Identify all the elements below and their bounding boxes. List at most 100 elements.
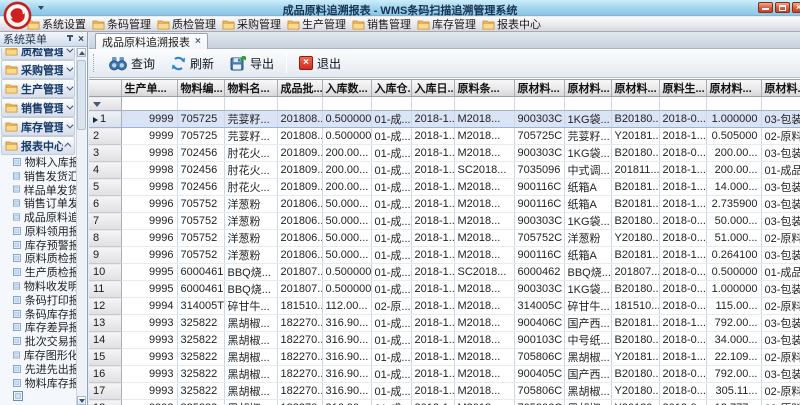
row-header[interactable]: 15	[89, 349, 121, 366]
cell[interactable]: 900116C	[514, 247, 564, 264]
cell[interactable]: 325822	[177, 366, 224, 383]
cell[interactable]: M2018...	[454, 383, 514, 400]
cell[interactable]: 2018-0...	[659, 213, 706, 230]
cell[interactable]: 900406C	[514, 315, 564, 332]
cell[interactable]: 2018-1...	[411, 349, 454, 366]
cell[interactable]: 2018-0...	[659, 281, 706, 298]
column-header[interactable]: 入库日...	[411, 80, 454, 97]
cell[interactable]: 黑胡椒...	[564, 400, 611, 405]
cell[interactable]: B20181...	[611, 315, 659, 332]
cell[interactable]: 9999	[121, 111, 177, 128]
cell[interactable]: 2018-1...	[411, 264, 454, 281]
menu-item[interactable]: 生产管理	[284, 17, 349, 32]
cell[interactable]: 200.00...	[322, 145, 371, 162]
column-header[interactable]: 成品批...	[277, 80, 322, 97]
cell[interactable]: 900116C	[514, 196, 564, 213]
cell[interactable]: SC2018...	[454, 264, 514, 281]
cell[interactable]: 01-成...	[371, 264, 411, 281]
cell[interactable]: B20181...	[611, 196, 659, 213]
export-button[interactable]: 导出	[223, 53, 281, 74]
row-header[interactable]: 2	[89, 128, 121, 145]
cell[interactable]: 702456	[177, 145, 224, 162]
cell[interactable]: 黑胡椒...	[224, 383, 277, 400]
cell[interactable]: 2018-1...	[411, 213, 454, 230]
cell[interactable]: M2018...	[454, 128, 514, 145]
menu-item[interactable]: 条码管理	[89, 17, 154, 32]
cell[interactable]: 305.11...	[706, 383, 761, 400]
cell[interactable]: 314005C	[514, 298, 564, 315]
cell[interactable]: 181510...	[611, 298, 659, 315]
column-header[interactable]: 物料名...	[224, 80, 277, 97]
cell[interactable]: 01-成...	[371, 400, 411, 405]
cell[interactable]: 碎甘牛...	[224, 298, 277, 315]
cell[interactable]: 200.00...	[322, 179, 371, 196]
cell[interactable]: 705752	[177, 230, 224, 247]
query-button[interactable]: 查询	[102, 53, 162, 74]
cell[interactable]: 201806...	[277, 196, 322, 213]
cell[interactable]: 黑胡椒...	[224, 332, 277, 349]
cell[interactable]: 02-原...	[371, 298, 411, 315]
cell[interactable]: 9993	[121, 400, 177, 405]
column-header[interactable]: 原材料...	[514, 80, 564, 97]
column-header[interactable]: 原材料...	[761, 80, 800, 97]
menu-item[interactable]: 质检管理	[154, 17, 219, 32]
cell[interactable]: 9996	[121, 230, 177, 247]
cell[interactable]: 900303C	[514, 213, 564, 230]
close-button[interactable]: ×	[792, 2, 800, 13]
cell[interactable]: 34.000...	[706, 332, 761, 349]
cell[interactable]: 50.000...	[322, 247, 371, 264]
cell[interactable]: M2018...	[454, 281, 514, 298]
filter-cell[interactable]	[611, 97, 659, 111]
cell[interactable]: 201807...	[277, 281, 322, 298]
table-row[interactable]: 4 9998 702456 肘花火... 201809... 200.00...…	[89, 162, 800, 179]
cell[interactable]: 0.264100	[706, 247, 761, 264]
cell[interactable]: SC2018...	[454, 162, 514, 179]
cell[interactable]: 03-包装...	[761, 179, 800, 196]
column-header[interactable]: 入库数...	[322, 80, 371, 97]
cell[interactable]: 黑胡椒...	[224, 349, 277, 366]
cell[interactable]: 316.90...	[322, 383, 371, 400]
row-header[interactable]: 6	[89, 196, 121, 213]
cell[interactable]: 705806C	[514, 400, 564, 405]
cell[interactable]: 201807...	[611, 264, 659, 281]
cell[interactable]: M2018...	[454, 366, 514, 383]
row-header[interactable]: 4	[89, 162, 121, 179]
cell[interactable]: 0.500000	[322, 111, 371, 128]
cell[interactable]: 2018-1...	[411, 145, 454, 162]
cell[interactable]: 702456	[177, 179, 224, 196]
cell[interactable]: 9996	[121, 247, 177, 264]
cell[interactable]: 2018-0...	[659, 264, 706, 281]
cell[interactable]: 1KG袋...	[564, 281, 611, 298]
cell[interactable]: 705806C	[514, 383, 564, 400]
cell[interactable]: 2018-1...	[411, 383, 454, 400]
cell[interactable]: 900303C	[514, 111, 564, 128]
cell[interactable]: 900116C	[514, 179, 564, 196]
cell[interactable]: 201809...	[277, 162, 322, 179]
cell[interactable]: 黑胡椒...	[224, 400, 277, 405]
table-row[interactable]: 10 9995 6000461 BBQ烧... 201807... 0.5000…	[89, 264, 800, 281]
row-header[interactable]: 10	[89, 264, 121, 281]
column-header[interactable]: 入库仓...	[371, 80, 411, 97]
cell[interactable]: M2018...	[454, 332, 514, 349]
cell[interactable]: M2018...	[454, 179, 514, 196]
column-header[interactable]: 物料编...	[177, 80, 224, 97]
cell[interactable]: BBQ烧...	[564, 264, 611, 281]
cell[interactable]: 01-成...	[371, 315, 411, 332]
sidebar-group-partial[interactable]: 质检管理	[1, 48, 75, 60]
row-header[interactable]: 12	[89, 298, 121, 315]
cell[interactable]: 9996	[121, 213, 177, 230]
cell[interactable]: 7035096	[514, 162, 564, 179]
cell[interactable]: 01-成...	[371, 162, 411, 179]
menu-item[interactable]: 报表中心	[479, 17, 544, 32]
cell[interactable]: 9993	[121, 383, 177, 400]
cell[interactable]: 01-成...	[371, 247, 411, 264]
cell[interactable]: 325822	[177, 349, 224, 366]
scrollbar-thumb[interactable]	[77, 60, 86, 130]
cell[interactable]: 2018-0...	[659, 230, 706, 247]
cell[interactable]: 50.000...	[706, 213, 761, 230]
cell[interactable]: 2018-1...	[411, 230, 454, 247]
cell[interactable]: 6000462	[514, 264, 564, 281]
cell[interactable]: 9998	[121, 179, 177, 196]
cell[interactable]: BBQ烧...	[224, 264, 277, 281]
cell[interactable]: 182270...	[277, 315, 322, 332]
